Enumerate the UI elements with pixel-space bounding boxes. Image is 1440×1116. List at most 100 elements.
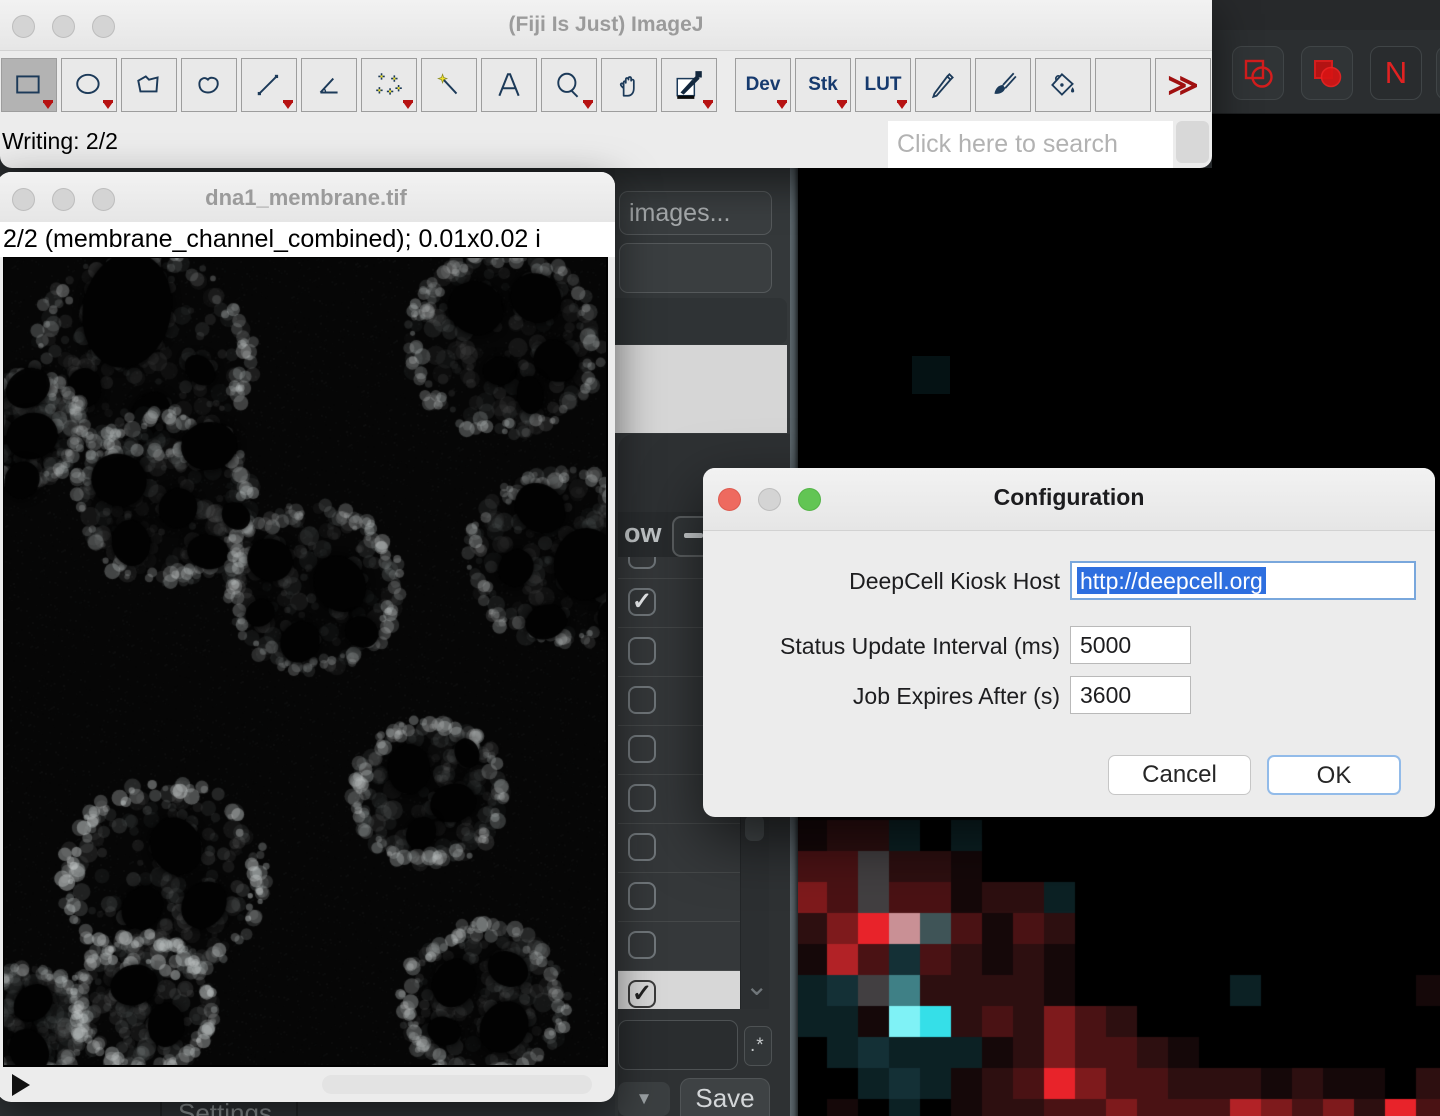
scrollbar-thumb[interactable] bbox=[745, 815, 764, 841]
checkbox-checked-icon[interactable]: ✓ bbox=[628, 588, 656, 616]
point-tool-dropdown-icon bbox=[403, 102, 413, 109]
list-row[interactable] bbox=[618, 873, 740, 922]
checkbox-icon[interactable] bbox=[628, 637, 656, 665]
clipped-button[interactable] bbox=[1436, 46, 1440, 100]
freehand-tool[interactable] bbox=[181, 58, 237, 112]
play-button[interactable] bbox=[12, 1074, 30, 1096]
dev-dropdown-icon bbox=[777, 102, 787, 109]
stk-tool-label: Stk bbox=[808, 74, 838, 96]
cancel-button[interactable]: Cancel bbox=[1108, 755, 1251, 795]
expand-dropdown-button[interactable]: ▼ bbox=[618, 1082, 670, 1116]
dialog-titlebar[interactable]: Configuration bbox=[703, 468, 1435, 531]
flood-fill-icon bbox=[1047, 70, 1079, 100]
paintbrush-icon bbox=[988, 70, 1018, 100]
checkbox-icon[interactable] bbox=[628, 833, 656, 861]
light-panel-fragment bbox=[615, 345, 787, 433]
checkbox-icon[interactable] bbox=[628, 882, 656, 910]
point-tool[interactable] bbox=[361, 58, 417, 112]
cancel-button-label: Cancel bbox=[1142, 761, 1217, 788]
frame-scrollbar[interactable] bbox=[322, 1075, 592, 1094]
desktop: N images... ow ✓ ✓ ⌄ bbox=[0, 0, 1440, 1116]
interval-field[interactable]: 5000 bbox=[1070, 626, 1191, 664]
shapes-filled-icon bbox=[1310, 56, 1344, 90]
list-row[interactable] bbox=[618, 824, 740, 873]
host-field-label: DeepCell Kiosk Host bbox=[700, 568, 1060, 595]
scroll-down-chevron[interactable]: ⌄ bbox=[745, 969, 768, 1002]
color-picker-tool[interactable] bbox=[661, 58, 717, 112]
expires-field[interactable]: 3600 bbox=[1070, 676, 1191, 714]
checkbox-icon[interactable] bbox=[628, 686, 656, 714]
stk-tool[interactable]: Stk bbox=[795, 58, 851, 112]
panel-button-2[interactable] bbox=[619, 243, 772, 293]
angle-icon bbox=[314, 71, 344, 99]
pencil-icon bbox=[928, 70, 958, 100]
more-tools-button[interactable]: ≫ bbox=[1155, 58, 1211, 112]
save-button-label: Save bbox=[695, 1083, 754, 1113]
zoom-tool[interactable] bbox=[541, 58, 597, 112]
wand-tool[interactable] bbox=[421, 58, 477, 112]
list-row[interactable] bbox=[618, 922, 740, 971]
ok-button[interactable]: OK bbox=[1267, 755, 1401, 795]
oval-tool-dropdown-icon bbox=[103, 102, 113, 109]
line-tool-dropdown-icon bbox=[283, 102, 293, 109]
status-text: Writing: 2/2 bbox=[2, 128, 118, 155]
panel-row-3 bbox=[615, 298, 787, 344]
lut-tool-label: LUT bbox=[865, 74, 902, 96]
more-tools-icon: ≫ bbox=[1167, 68, 1198, 103]
host-field[interactable]: http://deepcell.org bbox=[1070, 561, 1416, 600]
angle-tool[interactable] bbox=[301, 58, 357, 112]
dev-tool-label: Dev bbox=[746, 74, 781, 96]
shapes-outline-button[interactable] bbox=[1232, 46, 1284, 100]
list-header-label: ow bbox=[624, 518, 662, 549]
flood-fill-tool[interactable] bbox=[1035, 58, 1091, 112]
rectangle-tool[interactable] bbox=[1, 58, 57, 112]
rectangle-tool-dropdown-icon bbox=[43, 102, 53, 109]
checkbox-icon[interactable] bbox=[628, 735, 656, 763]
text-icon bbox=[494, 70, 524, 100]
checkbox-icon[interactable] bbox=[628, 784, 656, 812]
dropper-icon bbox=[673, 69, 705, 101]
checkbox-checked-icon[interactable]: ✓ bbox=[628, 980, 656, 1008]
line-tool[interactable] bbox=[241, 58, 297, 112]
pencil-tool[interactable] bbox=[915, 58, 971, 112]
checkbox-icon[interactable] bbox=[628, 931, 656, 959]
shapes-outline-icon bbox=[1241, 56, 1275, 90]
fiji-titlebar[interactable]: (Fiji Is Just) ImageJ bbox=[0, 0, 1212, 51]
microscopy-image[interactable] bbox=[4, 258, 606, 1065]
search-field[interactable]: Click here to search bbox=[888, 121, 1173, 168]
right-annotation-toolbar: N bbox=[1212, 0, 1440, 114]
regex-button[interactable]: .* bbox=[744, 1026, 772, 1066]
magnifier-icon bbox=[554, 71, 584, 99]
dev-tool[interactable]: Dev bbox=[735, 58, 791, 112]
filter-text-field[interactable] bbox=[618, 1020, 738, 1070]
hand-tool[interactable] bbox=[601, 58, 657, 112]
list-row[interactable]: ✓ bbox=[618, 971, 740, 1009]
search-side-box[interactable] bbox=[1176, 121, 1209, 163]
stk-dropdown-icon bbox=[837, 102, 847, 109]
polygon-tool[interactable] bbox=[121, 58, 177, 112]
n-tool-label: N bbox=[1385, 55, 1407, 91]
polygon-icon bbox=[134, 71, 164, 99]
save-button[interactable]: Save bbox=[680, 1078, 770, 1116]
lut-tool[interactable]: LUT bbox=[855, 58, 911, 112]
spare-tool-slot[interactable] bbox=[1095, 58, 1151, 112]
oval-tool[interactable] bbox=[61, 58, 117, 112]
regex-button-label: .* bbox=[750, 1035, 765, 1057]
picker-tool-dropdown-icon bbox=[703, 102, 713, 109]
checkbox-icon[interactable] bbox=[628, 557, 656, 569]
line-icon bbox=[254, 71, 284, 99]
paintbrush-tool[interactable] bbox=[975, 58, 1031, 112]
search-placeholder: Click here to search bbox=[897, 130, 1118, 159]
shapes-filled-button[interactable] bbox=[1301, 46, 1353, 100]
n-tool-button[interactable]: N bbox=[1370, 46, 1422, 100]
image-subtitle: 2/2 (membrane_channel_combined); 0.01x0.… bbox=[3, 225, 541, 254]
image-window-titlebar[interactable]: dna1_membrane.tif bbox=[0, 172, 615, 223]
images-button[interactable]: images... bbox=[619, 191, 772, 235]
zoomed-pixel-image[interactable] bbox=[798, 818, 1440, 1116]
dialog-title: Configuration bbox=[703, 484, 1435, 511]
wand-icon bbox=[434, 71, 464, 99]
rectangle-icon bbox=[14, 71, 44, 99]
image-bottom-bar bbox=[0, 1067, 615, 1102]
text-tool[interactable] bbox=[481, 58, 537, 112]
hand-icon bbox=[614, 70, 644, 100]
